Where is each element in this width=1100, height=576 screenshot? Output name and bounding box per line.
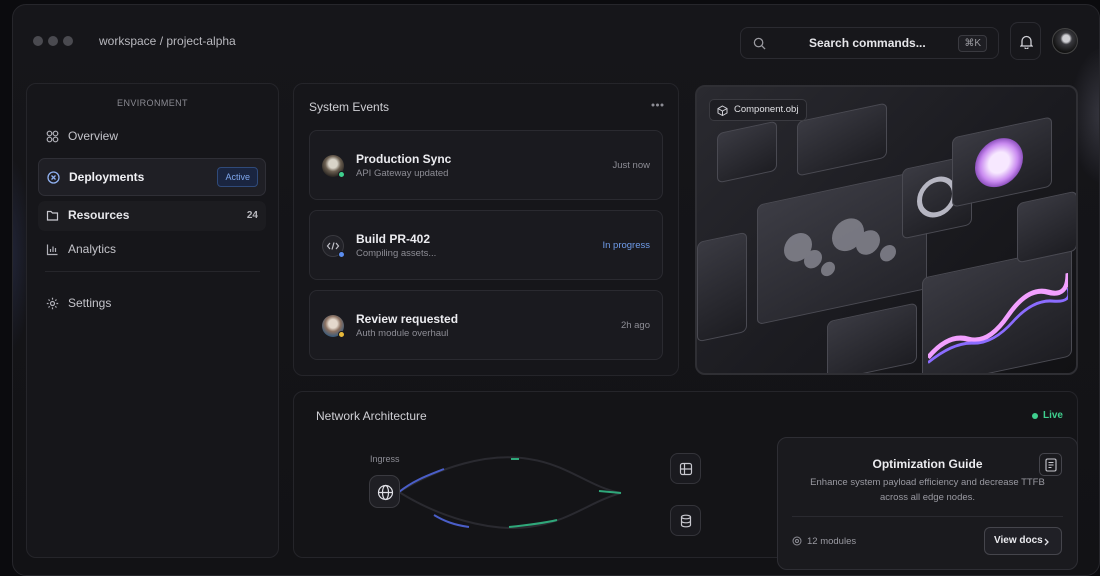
optimization-guide-card: Optimization Guide Enhance system payloa… xyxy=(777,437,1078,570)
grid-icon xyxy=(46,130,59,143)
breadcrumb[interactable]: workspace / project-alpha xyxy=(99,34,236,48)
view-docs-label: View docs xyxy=(994,535,1043,546)
search-icon xyxy=(753,37,766,50)
sidebar-item-label: Overview xyxy=(68,129,119,143)
module-icon xyxy=(792,536,802,546)
status-dot xyxy=(338,171,345,178)
component-preview-image[interactable]: Component.obj xyxy=(695,85,1078,375)
sidebar-item-overview[interactable]: Overview xyxy=(38,122,266,152)
window-dot-minimize[interactable] xyxy=(48,36,58,46)
modules-count: 12 modules xyxy=(807,536,857,547)
window-dot-maximize[interactable] xyxy=(63,36,73,46)
database-icon xyxy=(680,514,692,528)
server-icon xyxy=(679,462,693,476)
bar-chart-icon xyxy=(46,244,58,256)
status-dot xyxy=(338,331,345,338)
sidebar-item-deployments[interactable]: Deployments Active xyxy=(38,158,266,196)
document-icon xyxy=(1045,458,1057,472)
preview-tile xyxy=(797,102,887,177)
event-time: In progress xyxy=(602,240,650,251)
file-label-text: Component.obj xyxy=(734,104,799,115)
wave-graphic xyxy=(928,272,1068,364)
search-shortcut-badge: ⌘K xyxy=(958,35,987,52)
sidebar-item-analytics[interactable]: Analytics xyxy=(38,235,266,265)
ingress-node[interactable] xyxy=(369,475,400,508)
cube-icon xyxy=(717,105,728,116)
guide-divider xyxy=(792,516,1063,517)
preview-tile xyxy=(827,302,917,373)
sidebar-item-label: Deployments xyxy=(69,170,145,184)
event-item[interactable]: Production Sync API Gateway updated Just… xyxy=(309,130,663,200)
view-docs-button[interactable]: View docs xyxy=(984,527,1062,555)
sidebar-item-settings[interactable]: Settings xyxy=(38,289,266,319)
sidebar-item-label: Settings xyxy=(68,296,112,310)
resource-count: 24 xyxy=(246,210,258,221)
sidebar-item-label: Analytics xyxy=(68,242,117,256)
more-options-icon[interactable] xyxy=(651,103,664,107)
sidebar-item-label: Resources xyxy=(68,208,130,222)
preview-tile xyxy=(952,116,1052,208)
globe-icon xyxy=(377,484,394,501)
live-status: Live xyxy=(1031,410,1063,421)
preview-tile xyxy=(697,231,747,343)
file-label-badge: Component.obj xyxy=(709,99,808,121)
preview-tile xyxy=(717,120,777,184)
command-search[interactable]: Search commands... ⌘K xyxy=(740,27,999,59)
gear-icon xyxy=(46,297,59,310)
status-dot xyxy=(338,251,345,258)
search-label: Search commands... xyxy=(809,36,926,50)
server-node[interactable] xyxy=(670,453,701,484)
preview-tile xyxy=(922,246,1072,373)
event-subtitle: API Gateway updated xyxy=(356,168,449,179)
deploy-icon xyxy=(47,171,60,184)
event-time: Just now xyxy=(612,160,651,171)
document-icon-button[interactable] xyxy=(1039,453,1062,476)
bell-icon xyxy=(1020,35,1033,49)
notifications-button[interactable] xyxy=(1010,22,1041,60)
sidebar: ENVIRONMENT Overview Deployments Active … xyxy=(26,83,279,558)
status-badge: Active xyxy=(217,167,258,187)
event-title: Build PR-402 xyxy=(356,232,431,246)
database-node[interactable] xyxy=(670,505,701,536)
preview-tile xyxy=(1017,190,1076,264)
event-item[interactable]: Review requested Auth module overhaul 2h… xyxy=(309,290,663,360)
world-map-graphic xyxy=(784,218,896,277)
sidebar-section-label: ENVIRONMENT xyxy=(117,98,188,108)
event-subtitle: Auth module overhaul xyxy=(356,328,449,339)
guide-title: Optimization Guide xyxy=(872,457,983,471)
panel-title: Network Architecture xyxy=(316,409,427,423)
app-window: workspace / project-alpha Search command… xyxy=(12,4,1100,576)
user-avatar[interactable] xyxy=(1052,28,1078,54)
event-title: Production Sync xyxy=(356,152,452,166)
guide-description: Enhance system payload efficiency and de… xyxy=(810,477,1045,503)
sidebar-divider xyxy=(45,271,260,272)
panel-title: System Events xyxy=(309,100,390,114)
system-events-panel: System Events Production Sync API Gatewa… xyxy=(293,83,679,376)
folder-icon xyxy=(46,210,59,221)
event-item[interactable]: Build PR-402 Compiling assets... In prog… xyxy=(309,210,663,280)
network-connections xyxy=(398,456,622,529)
event-subtitle: Compiling assets... xyxy=(356,248,437,259)
sidebar-item-resources[interactable]: Resources 24 xyxy=(38,201,266,231)
window-dot-close[interactable] xyxy=(33,36,43,46)
window-controls xyxy=(33,36,73,46)
chevron-right-icon xyxy=(1044,538,1049,546)
event-title: Review requested xyxy=(356,312,459,326)
event-time: 2h ago xyxy=(620,320,650,331)
